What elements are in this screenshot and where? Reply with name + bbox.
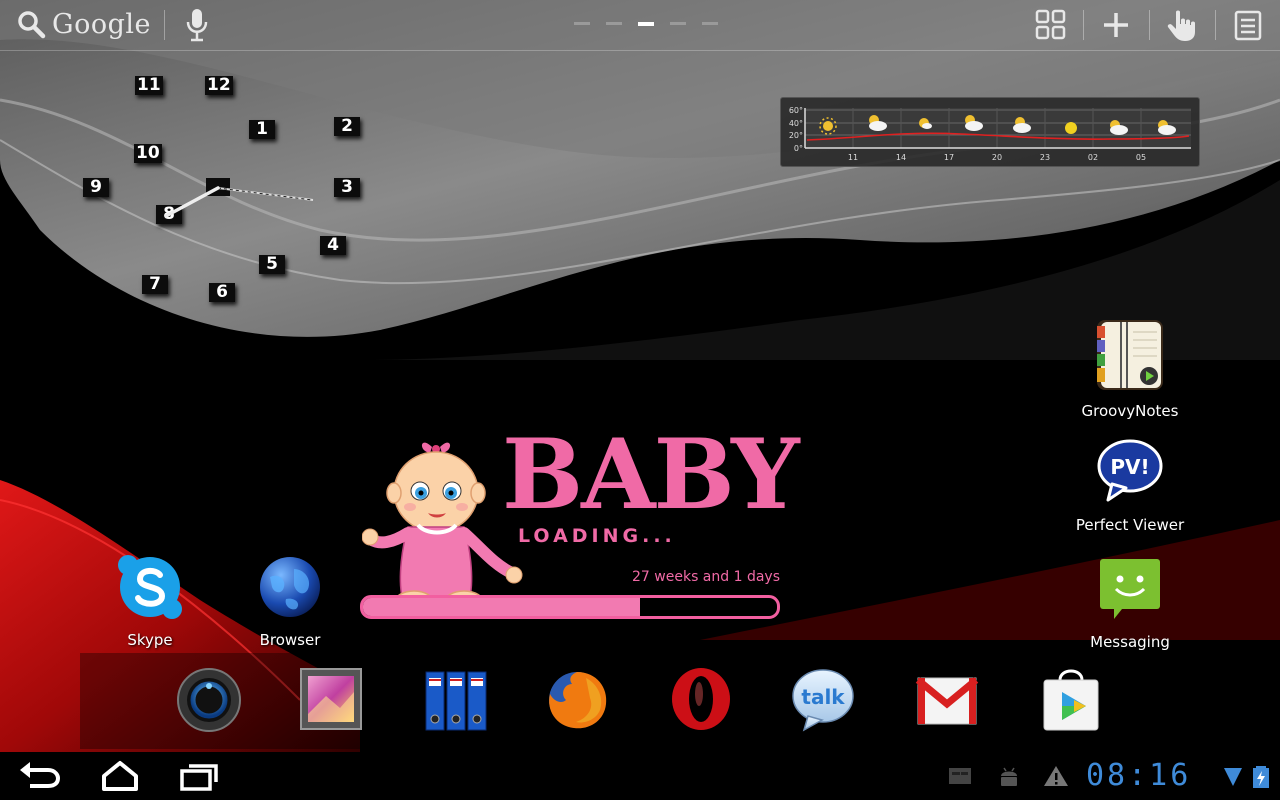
weather-y-tick: 60° xyxy=(789,106,803,115)
baby-progress-fill xyxy=(363,598,641,616)
page-dot xyxy=(670,22,686,25)
weather-y-tick: 40° xyxy=(789,119,803,128)
voice-search-mic-icon[interactable] xyxy=(182,7,212,43)
clock-numeral: 2 xyxy=(334,117,360,136)
divider xyxy=(1149,10,1150,40)
status-clock[interactable]: 08:16 xyxy=(1086,758,1191,794)
clock-numeral: 9 xyxy=(83,178,109,197)
skype-icon xyxy=(118,555,182,619)
clock-numeral: 5 xyxy=(259,255,285,274)
messaging-icon xyxy=(1100,559,1160,619)
gallery-icon[interactable] xyxy=(296,664,366,734)
recent-apps-icon[interactable] xyxy=(178,760,222,792)
weather-y-tick: 20° xyxy=(789,131,803,140)
app-label: GroovyNotes xyxy=(1081,402,1179,420)
clock-numeral: 1 xyxy=(249,120,275,139)
app-drawer-icon[interactable] xyxy=(1034,8,1068,42)
groovynotes-notebook-icon xyxy=(1097,320,1163,390)
add-plus-icon[interactable] xyxy=(1099,8,1133,42)
google-search-button[interactable]: Google xyxy=(16,6,151,42)
app-skype[interactable]: Skype xyxy=(90,553,210,649)
hand-pointer-icon[interactable] xyxy=(1164,8,1198,42)
browser-globe-icon xyxy=(260,557,320,617)
clock-numeral: 11 xyxy=(135,75,163,95)
weather-x-tick: 14 xyxy=(896,153,906,162)
battery-charging-icon xyxy=(1253,766,1269,788)
google-label: Google xyxy=(52,8,151,40)
usb-debugging-android-icon[interactable] xyxy=(996,764,1022,788)
clock-numeral: 7 xyxy=(142,275,168,294)
top-bar: Google xyxy=(0,0,1280,51)
weather-x-tick: 05 xyxy=(1136,153,1146,162)
app-messaging[interactable]: Messaging xyxy=(1070,555,1190,651)
sd-card-notification-icon[interactable] xyxy=(947,764,973,788)
app-browser[interactable]: Browser xyxy=(230,553,350,649)
opera-icon[interactable] xyxy=(666,664,736,734)
talk-label: talk xyxy=(801,685,845,709)
weather-x-tick: 23 xyxy=(1040,153,1050,162)
menu-list-icon[interactable] xyxy=(1232,8,1266,42)
firefox-icon[interactable] xyxy=(542,664,612,734)
weather-x-tick: 17 xyxy=(944,153,954,162)
baby-weeks-text: 27 weeks and 1 days xyxy=(632,569,780,585)
baby-loading-widget[interactable]: BABY LOADING... 27 weeks and 1 days xyxy=(360,425,800,625)
gmail-icon[interactable] xyxy=(912,664,982,734)
warning-icon[interactable] xyxy=(1043,764,1069,788)
clock-hands xyxy=(164,178,314,218)
baby-title: BABY xyxy=(502,418,800,531)
baby-progress-bar xyxy=(360,595,780,619)
weather-x-tick: 11 xyxy=(848,153,858,162)
page-dot-active xyxy=(638,22,654,26)
app-label: Browser xyxy=(259,631,321,649)
app-groovynotes[interactable]: GroovyNotes xyxy=(1070,318,1190,420)
dock xyxy=(80,653,1200,749)
weather-forecast-widget[interactable]: 60° 40° 20° 0° 11 14 17 20 23 02 05 xyxy=(780,97,1200,167)
page-indicator xyxy=(574,22,718,26)
app-perfect-viewer[interactable]: PV! Perfect Viewer xyxy=(1070,438,1190,534)
app-label: Perfect Viewer xyxy=(1075,516,1185,534)
clock-numeral: 6 xyxy=(209,283,235,302)
play-store-icon[interactable] xyxy=(1036,664,1106,734)
search-icon xyxy=(18,11,46,39)
google-talk-icon[interactable]: talk xyxy=(788,664,858,734)
home-icon[interactable] xyxy=(98,760,142,792)
weather-x-tick: 02 xyxy=(1088,153,1098,162)
baby-subtitle: LOADING... xyxy=(518,525,676,547)
wifi-signal-icon xyxy=(1224,768,1242,786)
divider xyxy=(164,10,165,40)
divider xyxy=(1215,10,1216,40)
clock-numeral: 12 xyxy=(205,75,233,95)
blue-orb-app-icon[interactable] xyxy=(174,664,244,734)
weather-x-tick: 20 xyxy=(992,153,1002,162)
back-icon[interactable] xyxy=(18,760,62,792)
sun-icon xyxy=(1065,122,1077,134)
app-label: Skype xyxy=(127,631,173,649)
perfect-viewer-icon: PV! xyxy=(1097,439,1163,502)
clock-numeral: 4 xyxy=(320,236,346,255)
page-dot xyxy=(702,22,718,25)
weather-y-tick: 0° xyxy=(794,144,803,153)
binders-app-icon[interactable] xyxy=(421,664,491,734)
clock-numeral: 10 xyxy=(134,143,162,163)
app-label: Messaging xyxy=(1090,633,1170,651)
perfect-viewer-badge-text: PV! xyxy=(1110,455,1149,479)
divider xyxy=(1083,10,1084,40)
page-dot xyxy=(606,22,622,25)
clock-numeral: 3 xyxy=(334,178,360,197)
page-dot xyxy=(574,22,590,25)
